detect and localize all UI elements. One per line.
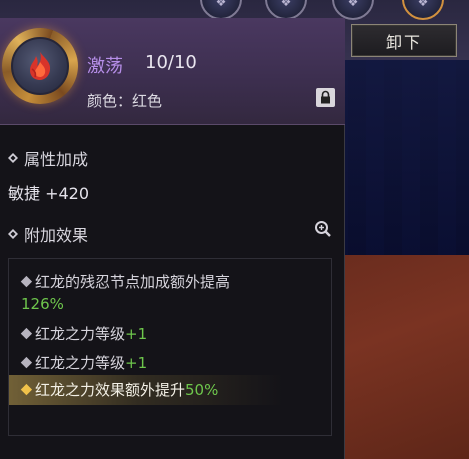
diamond-icon: [8, 153, 18, 163]
effect-text: 红龙之力等级: [35, 354, 126, 372]
bullet-icon: [20, 356, 33, 369]
slot-glyph-icon: ❖: [347, 0, 359, 10]
effect-value: +1: [125, 325, 148, 343]
unequip-button[interactable]: 卸下: [351, 24, 457, 57]
attributes-header: 属性加成: [8, 146, 88, 170]
slot-glyph-icon: ❖: [215, 0, 227, 10]
slot-glyph-icon: ❖: [417, 0, 429, 10]
gem-name: 激荡: [87, 56, 123, 77]
effect-text: 红龙之力效果额外提升: [35, 381, 186, 399]
effects-header-label: 附加效果: [24, 226, 89, 245]
game-background-red: [330, 255, 469, 459]
tooltip-header: 激荡 10/10 颜色：红色: [0, 18, 345, 125]
effect-text: 红龙之力等级: [35, 325, 126, 343]
slot-glyph-icon: ❖: [280, 0, 292, 10]
bullet-icon: [20, 327, 33, 340]
effect-value: 126%: [21, 295, 64, 313]
diamond-icon: [8, 229, 18, 239]
list-item: 红龙的残忍节点加成额外提高: [20, 271, 231, 293]
gem-socket: [11, 37, 69, 95]
game-background-blue-shade: [330, 60, 469, 260]
bullet-icon: [20, 275, 33, 288]
red-flame-gem-icon: [30, 52, 51, 80]
gem-level: 10/10: [145, 52, 197, 73]
effect-value: 50%: [185, 381, 219, 399]
effect-text: 红龙的残忍节点加成额外提高: [35, 273, 231, 291]
list-item: 红龙之力等级+1: [20, 323, 148, 345]
lock-icon[interactable]: [316, 88, 335, 107]
list-item-highlighted: 红龙之力效果额外提升50%: [20, 379, 219, 401]
stat-agility: 敏捷 +420: [8, 184, 90, 203]
effect-value: +1: [125, 354, 148, 372]
attributes-header-label: 属性加成: [24, 150, 89, 169]
gem-portrait: [2, 28, 78, 104]
gem-tooltip-panel: 激荡 10/10 颜色：红色 属性加成 敏捷 +420 附加效果 红龙的残忍节点…: [0, 18, 345, 459]
effects-header: 附加效果: [8, 222, 88, 246]
list-item: 红龙之力等级+1: [20, 352, 148, 374]
magnify-icon[interactable]: [314, 220, 332, 238]
effects-list: 红龙的残忍节点加成额外提高 126% 红龙之力等级+1 红龙之力等级+1 红龙之…: [8, 258, 332, 436]
bullet-icon: [20, 383, 33, 396]
gem-color-label: 颜色：红色: [87, 92, 163, 110]
